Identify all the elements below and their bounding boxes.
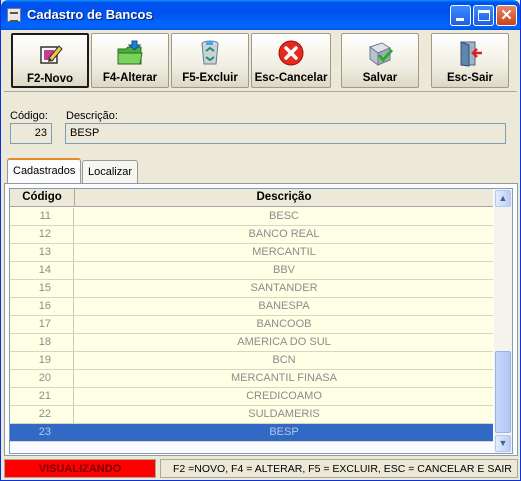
scroll-thumb[interactable]	[495, 351, 511, 433]
cancel-button[interactable]: Esc-Cancelar	[251, 33, 331, 88]
cell-descricao: BESP	[269, 426, 299, 438]
cell-descricao: MERCANTIL	[252, 246, 316, 258]
cell-descricao: CREDICOAMO	[246, 390, 322, 402]
cell-codigo: 18	[10, 334, 74, 351]
cell-codigo: 23	[10, 424, 74, 441]
table-row[interactable]: 14 BBV	[10, 262, 493, 280]
table-row[interactable]: 16 BANESPA	[10, 298, 493, 316]
codigo-field[interactable]: 23	[10, 123, 52, 144]
close-button[interactable]: ✕	[496, 5, 517, 26]
descricao-field[interactable]: BESP	[65, 123, 506, 144]
table-row[interactable]: 19 BCN	[10, 352, 493, 370]
cell-codigo: 17	[10, 316, 74, 333]
exit-button-label: Esc-Sair	[446, 72, 494, 84]
edit-button-label: F4-Alterar	[102, 72, 158, 84]
window-title: Cadastro de Bancos	[27, 7, 153, 22]
cell-codigo: 19	[10, 352, 74, 369]
status-mode-badge: VISUALIZANDO	[4, 459, 156, 478]
cell-codigo: 13	[10, 244, 74, 261]
scroll-down-button[interactable]: ▼	[495, 435, 511, 452]
cell-descricao: BANESPA	[258, 300, 310, 312]
delete-button-label: F5-Excluir	[182, 72, 238, 84]
column-header-codigo[interactable]: Código	[10, 189, 75, 207]
grid-rows: 11 BESC 12 BANCO REAL 13 MERCANTIL 14 BBV 15 SANT…	[10, 208, 493, 442]
maximize-icon	[478, 10, 490, 21]
cell-descricao: BANCO REAL	[248, 228, 320, 240]
cell-codigo: 16	[10, 298, 74, 315]
table-row[interactable]: 17 BANCOOB	[10, 316, 493, 334]
table-row[interactable]: 18 AMERICA DO SUL	[10, 334, 493, 352]
minimize-icon	[456, 18, 464, 21]
close-icon: ✕	[500, 7, 513, 24]
table-row[interactable]: 21 CREDICOAMO	[10, 388, 493, 406]
table-row[interactable]: 12 BANCO REAL	[10, 226, 493, 244]
cell-descricao: BANCOOB	[256, 318, 312, 330]
chevron-up-icon: ▲	[498, 193, 508, 203]
delete-button[interactable]: F5-Excluir	[171, 33, 249, 88]
cell-codigo: 22	[10, 406, 74, 423]
chevron-down-icon: ▼	[498, 438, 508, 448]
cell-descricao: BESC	[269, 210, 299, 222]
cancel-icon	[278, 40, 304, 66]
exit-door-icon	[460, 41, 482, 67]
save-button[interactable]: Salvar	[341, 33, 419, 88]
cell-codigo: 20	[10, 370, 74, 387]
new-button[interactable]: F2-Novo	[11, 33, 89, 88]
recycle-bin-icon	[201, 40, 219, 65]
cell-descricao: SANTANDER	[250, 282, 318, 294]
descricao-label: Descrição:	[66, 110, 118, 122]
cell-codigo: 21	[10, 388, 74, 405]
table-row[interactable]: 23 BESP	[10, 424, 493, 442]
cell-codigo: 12	[10, 226, 74, 243]
cell-descricao: AMERICA DO SUL	[237, 336, 331, 348]
edit-folder-icon	[117, 40, 143, 65]
edit-button[interactable]: F4-Alterar	[91, 33, 169, 88]
title-bar[interactable]: Cadastro de Bancos ✕	[1, 0, 520, 30]
cell-descricao: BBV	[272, 264, 295, 276]
cell-codigo: 11	[10, 208, 74, 225]
cell-descricao: SULDAMERIS	[248, 408, 320, 420]
tab-panel: Código Descrição 11 BESC 12 BANCO REAL 13 MER…	[4, 183, 518, 456]
banks-grid[interactable]: Código Descrição 11 BESC 12 BANCO REAL 13 MER…	[9, 188, 513, 454]
vertical-scrollbar[interactable]: ▲ ▼	[494, 189, 512, 453]
status-help-text: F2 =NOVO, F4 = ALTERAR, F5 = EXCLUIR, ES…	[160, 459, 518, 478]
save-icon	[368, 42, 394, 66]
cell-codigo: 14	[10, 262, 74, 279]
toolbar: F2-Novo F4-Alterar F5-Excluir Esc-Cancel…	[4, 30, 517, 92]
new-button-label: F2-Novo	[27, 73, 73, 85]
table-row[interactable]: 11 BESC	[10, 208, 493, 226]
codigo-label: Código:	[10, 110, 48, 122]
tab-cadastrados[interactable]: Cadastrados	[7, 158, 82, 184]
column-header-descricao[interactable]: Descrição	[75, 189, 493, 207]
tab-localizar[interactable]: Localizar	[82, 160, 139, 184]
app-icon	[7, 8, 21, 22]
grid-header: Código Descrição	[10, 189, 493, 207]
exit-button[interactable]: Esc-Sair	[431, 33, 509, 88]
minimize-button[interactable]	[450, 5, 471, 26]
cell-descricao: BCN	[272, 354, 296, 366]
cell-descricao: MERCANTIL FINASA	[231, 372, 337, 384]
save-button-label: Salvar	[362, 72, 398, 84]
main-window: Cadastro de Bancos ✕ F2-Novo F4-Alterar	[0, 0, 521, 481]
table-row[interactable]: 22 SULDAMERIS	[10, 406, 493, 424]
status-bar: VISUALIZANDO F2 =NOVO, F4 = ALTERAR, F5 …	[4, 459, 518, 478]
cell-codigo: 15	[10, 280, 74, 297]
cancel-button-label: Esc-Cancelar	[254, 72, 328, 84]
table-row[interactable]: 15 SANTANDER	[10, 280, 493, 298]
new-record-icon	[40, 45, 63, 64]
table-row[interactable]: 13 MERCANTIL	[10, 244, 493, 262]
table-row[interactable]: 20 MERCANTIL FINASA	[10, 370, 493, 388]
maximize-button[interactable]	[473, 5, 494, 26]
scroll-up-button[interactable]: ▲	[495, 190, 511, 207]
